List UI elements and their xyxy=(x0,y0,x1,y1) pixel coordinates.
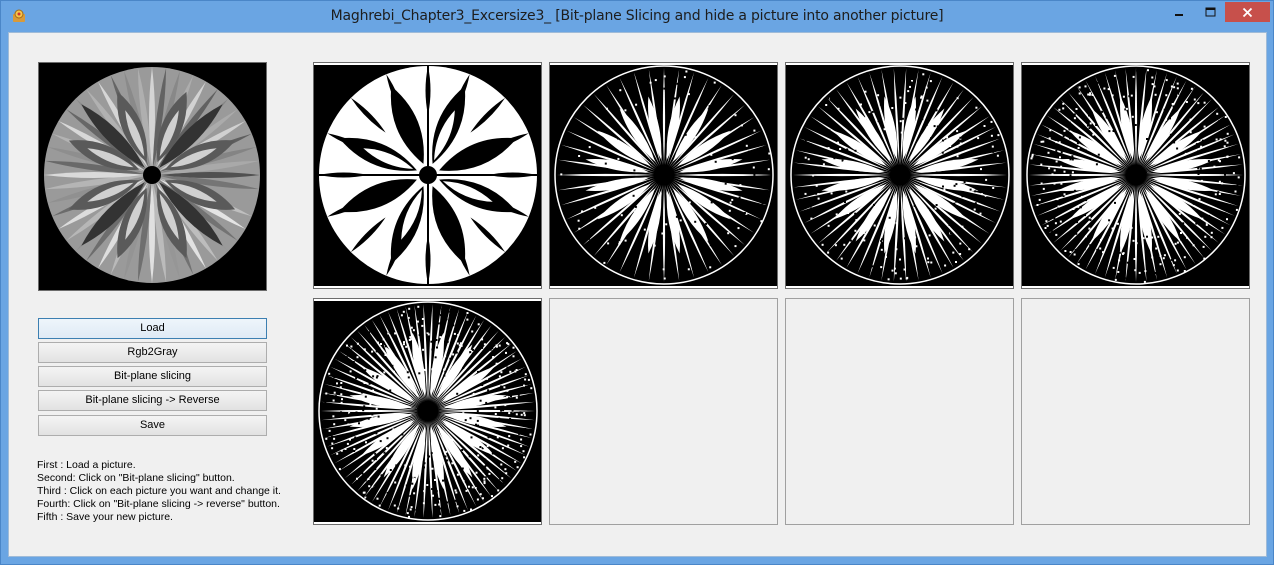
bit-plane-5-image xyxy=(314,301,541,522)
grayscale-mandala-image xyxy=(39,63,266,290)
minimize-icon xyxy=(1175,14,1183,16)
instruction-line: First : Load a picture. xyxy=(37,459,136,471)
bit-plane-3-image xyxy=(786,65,1013,286)
bit-plane-8-box[interactable] xyxy=(1021,298,1250,525)
bit-plane-2-image xyxy=(550,65,777,286)
bit-plane-1-box[interactable] xyxy=(313,62,542,289)
bit-plane-6-box[interactable] xyxy=(549,298,778,525)
bit-plane-1-image xyxy=(314,65,541,286)
minimize-button[interactable] xyxy=(1164,2,1194,22)
bit-plane-3-box[interactable] xyxy=(785,62,1014,289)
bit-plane-4-image xyxy=(1022,65,1249,286)
bit-plane-7-box[interactable] xyxy=(785,298,1014,525)
close-icon xyxy=(1242,7,1253,17)
app-window: Maghrebi_Chapter3_Excersize3_ [Bit-plane… xyxy=(0,0,1274,565)
instruction-line: Fifth : Save your new picture. xyxy=(37,511,173,523)
close-button[interactable] xyxy=(1225,2,1270,22)
bit-plane-4-box[interactable] xyxy=(1021,62,1250,289)
instructions-text: First : Load a picture. Second: Click on… xyxy=(37,459,307,524)
client-area: Load Rgb2Gray Bit-plane slicing Bit-plan… xyxy=(8,32,1267,557)
instruction-line: Second: Click on "Bit-plane slicing" but… xyxy=(37,472,235,484)
bit-plane-2-box[interactable] xyxy=(549,62,778,289)
bit-plane-slicing-button[interactable]: Bit-plane slicing xyxy=(38,366,267,387)
original-picture-box[interactable] xyxy=(38,62,267,291)
rgb2gray-button[interactable]: Rgb2Gray xyxy=(38,342,267,363)
load-button[interactable]: Load xyxy=(38,318,267,339)
bit-plane-5-box[interactable] xyxy=(313,298,542,525)
maximize-button[interactable] xyxy=(1195,2,1225,22)
instruction-line: Third : Click on each picture you want a… xyxy=(37,485,281,497)
title-bar[interactable]: Maghrebi_Chapter3_Excersize3_ [Bit-plane… xyxy=(1,1,1273,32)
maximize-icon xyxy=(1205,7,1215,17)
bit-plane-reverse-button[interactable]: Bit-plane slicing -> Reverse xyxy=(38,390,267,411)
instruction-line: Fourth: Click on "Bit-plane slicing -> r… xyxy=(37,498,280,510)
window-title: Maghrebi_Chapter3_Excersize3_ [Bit-plane… xyxy=(330,8,944,24)
save-button[interactable]: Save xyxy=(38,415,267,436)
